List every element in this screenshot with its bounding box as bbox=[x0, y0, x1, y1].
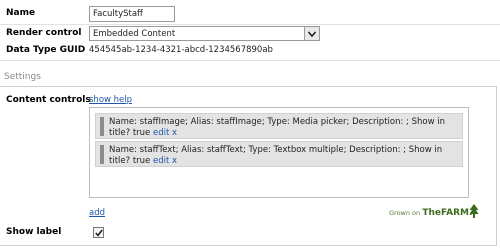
render-control-select[interactable]: Embedded Content bbox=[89, 26, 320, 41]
content-controls-list: Name: staffImage; Alias: staffImage; Typ… bbox=[89, 107, 469, 198]
show-label-checkbox[interactable] bbox=[93, 227, 104, 238]
show-label-label: Show label bbox=[6, 227, 62, 237]
property-item[interactable]: Name: staffImage; Alias: staffImage; Typ… bbox=[95, 113, 463, 139]
remove-link[interactable]: x bbox=[172, 128, 177, 138]
divider bbox=[0, 24, 500, 25]
drag-handle-icon[interactable] bbox=[100, 117, 104, 136]
property-item[interactable]: Name: staffText; Alias: staffText; Type:… bbox=[95, 141, 463, 167]
data-type-guid-label: Data Type GUID bbox=[6, 45, 86, 55]
settings-title: Settings bbox=[4, 72, 41, 82]
add-link[interactable]: add bbox=[89, 208, 105, 218]
logo-farm-text: TheFARM. bbox=[422, 208, 473, 218]
name-input[interactable]: FacultyStaff bbox=[89, 6, 175, 22]
checkmark-icon bbox=[95, 229, 103, 237]
edit-link[interactable]: edit bbox=[153, 128, 169, 138]
divider bbox=[0, 60, 500, 61]
the-farm-logo: Grown on TheFARM. bbox=[389, 204, 479, 222]
render-control-value: Embedded Content bbox=[93, 29, 176, 39]
chevron-down-icon[interactable] bbox=[304, 27, 319, 40]
content-controls-label: Content controls bbox=[6, 95, 91, 105]
logo-grown-text: Grown on bbox=[389, 209, 421, 217]
show-help-link[interactable]: show help bbox=[89, 95, 132, 105]
drag-handle-icon[interactable] bbox=[100, 145, 104, 164]
remove-link[interactable]: x bbox=[172, 156, 177, 166]
edit-link[interactable]: edit bbox=[153, 156, 169, 166]
name-label: Name bbox=[6, 8, 36, 18]
data-type-guid-value: 454545ab-1234-4321-abcd-1234567890ab bbox=[89, 45, 273, 55]
render-control-label: Render control bbox=[6, 28, 82, 38]
tree-icon bbox=[469, 204, 479, 218]
